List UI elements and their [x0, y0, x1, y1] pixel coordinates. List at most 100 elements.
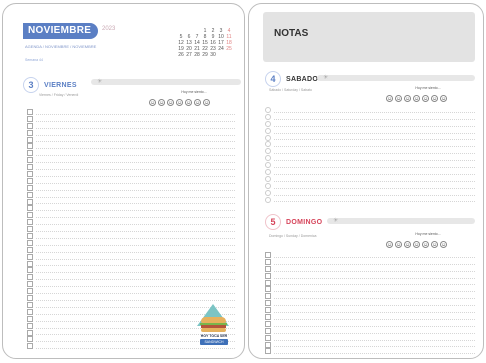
task-row — [27, 287, 235, 295]
mood-icon-6[interactable]: ☺ — [194, 99, 201, 106]
day-number: 4 — [265, 71, 281, 87]
task-row — [265, 341, 475, 348]
task-list-sabado — [265, 106, 475, 203]
mood-icon-7[interactable]: ☺ — [203, 99, 210, 106]
task-row — [265, 140, 475, 148]
mood-label: Hoy me siento... — [415, 86, 441, 90]
task-row — [27, 218, 235, 226]
mood-icon-1[interactable]: ☺ — [386, 241, 393, 248]
day-bar: ☀ — [91, 79, 241, 85]
task-row — [265, 334, 475, 341]
mood-selector[interactable]: ☺ ☺ ☺ ☺ ☺ ☺ ☺ — [386, 95, 447, 102]
task-row — [265, 168, 475, 176]
mood-icon-7[interactable]: ☺ — [440, 241, 447, 248]
task-row — [27, 108, 235, 115]
task-row — [265, 272, 475, 279]
mood-selector[interactable]: ☺ ☺ ☺ ☺ ☺ ☺ ☺ — [386, 241, 447, 248]
day-subtitle: Viernes / Friday / Venerdi — [39, 93, 79, 97]
task-row — [265, 299, 475, 307]
calendar-day: 30 — [210, 52, 216, 58]
task-row — [265, 113, 475, 120]
mood-icon-5[interactable]: ☺ — [185, 99, 192, 106]
calendar-day: 27 — [186, 52, 192, 58]
task-row — [265, 292, 475, 300]
day-header-viernes: 3 VIERNES — [23, 77, 77, 93]
task-row — [265, 120, 475, 127]
agenda-subtitle: AGENDA / NOVIEMBRE / NOVIEMBRE — [25, 44, 97, 49]
day-name: VIERNES — [44, 81, 77, 89]
task-row — [27, 225, 235, 233]
year-label: 2023 — [102, 26, 116, 32]
mood-icon-5[interactable]: ☺ — [422, 241, 429, 248]
task-row — [265, 154, 475, 162]
calendar-day — [225, 52, 233, 58]
mood-label: Hoy me siento... — [415, 232, 441, 236]
notes-box[interactable]: NOTAS — [263, 12, 475, 62]
task-row — [27, 136, 235, 143]
mood-selector[interactable]: ☺ ☺ ☺ ☺ ☺ ☺ ☺ — [149, 99, 210, 106]
writing-line[interactable] — [274, 201, 475, 203]
task-row — [27, 142, 235, 150]
task-row — [265, 189, 475, 196]
mood-icon-7[interactable]: ☺ — [440, 95, 447, 102]
mood-icon-6[interactable]: ☺ — [431, 241, 438, 248]
task-row — [27, 156, 235, 164]
sticker-label-2: SANDWICH — [200, 339, 228, 345]
task-row — [27, 177, 235, 184]
task-row — [27, 122, 235, 129]
mood-icon-3[interactable]: ☺ — [404, 95, 411, 102]
day-bar: ☀ — [327, 218, 475, 224]
mood-icon-2[interactable]: ☺ — [395, 95, 402, 102]
task-row — [27, 253, 235, 260]
task-row — [27, 204, 235, 212]
day-header-domingo: 5 DOMINGO — [265, 214, 322, 230]
calendar-day: 28 — [194, 52, 200, 58]
task-row — [27, 232, 235, 240]
mood-icon-4[interactable]: ☺ — [176, 99, 183, 106]
task-row — [27, 170, 235, 178]
mood-icon-5[interactable]: ☺ — [422, 95, 429, 102]
task-row — [265, 161, 475, 169]
writing-line[interactable] — [274, 353, 475, 355]
mood-icon-2[interactable]: ☺ — [158, 99, 165, 106]
task-row — [265, 306, 475, 314]
task-checkbox[interactable] — [265, 348, 271, 355]
task-checkbox[interactable] — [27, 343, 33, 350]
weather-icon: ☀ — [97, 79, 103, 85]
calendar-week: 26 27 28 29 30 — [177, 52, 233, 58]
mood-icon-4[interactable]: ☺ — [413, 241, 420, 248]
task-row — [27, 239, 235, 246]
task-row — [27, 191, 235, 198]
day-bar: ☀ — [317, 75, 475, 81]
task-row — [27, 149, 235, 157]
task-row — [27, 260, 235, 267]
notes-title: NOTAS — [274, 28, 309, 39]
mood-icon-6[interactable]: ☺ — [431, 95, 438, 102]
mood-icon-3[interactable]: ☺ — [167, 99, 174, 106]
task-row — [265, 285, 475, 293]
task-row — [27, 294, 235, 302]
task-row — [265, 347, 475, 355]
day-name: DOMINGO — [286, 218, 323, 226]
task-checkbox[interactable] — [265, 196, 271, 203]
mood-icon-1[interactable]: ☺ — [386, 95, 393, 102]
task-row — [265, 327, 475, 334]
task-row — [265, 320, 475, 327]
task-row — [27, 184, 235, 191]
day-subtitle: Domingo / Sunday / Domenica — [269, 234, 317, 238]
task-row — [27, 246, 235, 253]
task-row — [265, 196, 475, 203]
week-link[interactable]: Semana 44 — [25, 58, 43, 62]
mood-icon-3[interactable]: ☺ — [404, 241, 411, 248]
calendar-day: 26 — [178, 52, 184, 58]
mood-icon-4[interactable]: ☺ — [413, 95, 420, 102]
task-row — [265, 175, 475, 182]
mood-icon-2[interactable]: ☺ — [395, 241, 402, 248]
task-row — [265, 279, 475, 286]
sticker-label: HOY TOCA SER — [200, 334, 228, 338]
mood-icon-1[interactable]: ☺ — [149, 99, 156, 106]
day-number: 5 — [265, 214, 281, 230]
mini-calendar: 1 2 3 4 5 6 7 8 9 10 11 12 13 14 15 16 17 18 19 20 21 22 23 24 2… — [177, 28, 233, 58]
task-row — [265, 106, 475, 113]
task-row — [27, 280, 235, 288]
